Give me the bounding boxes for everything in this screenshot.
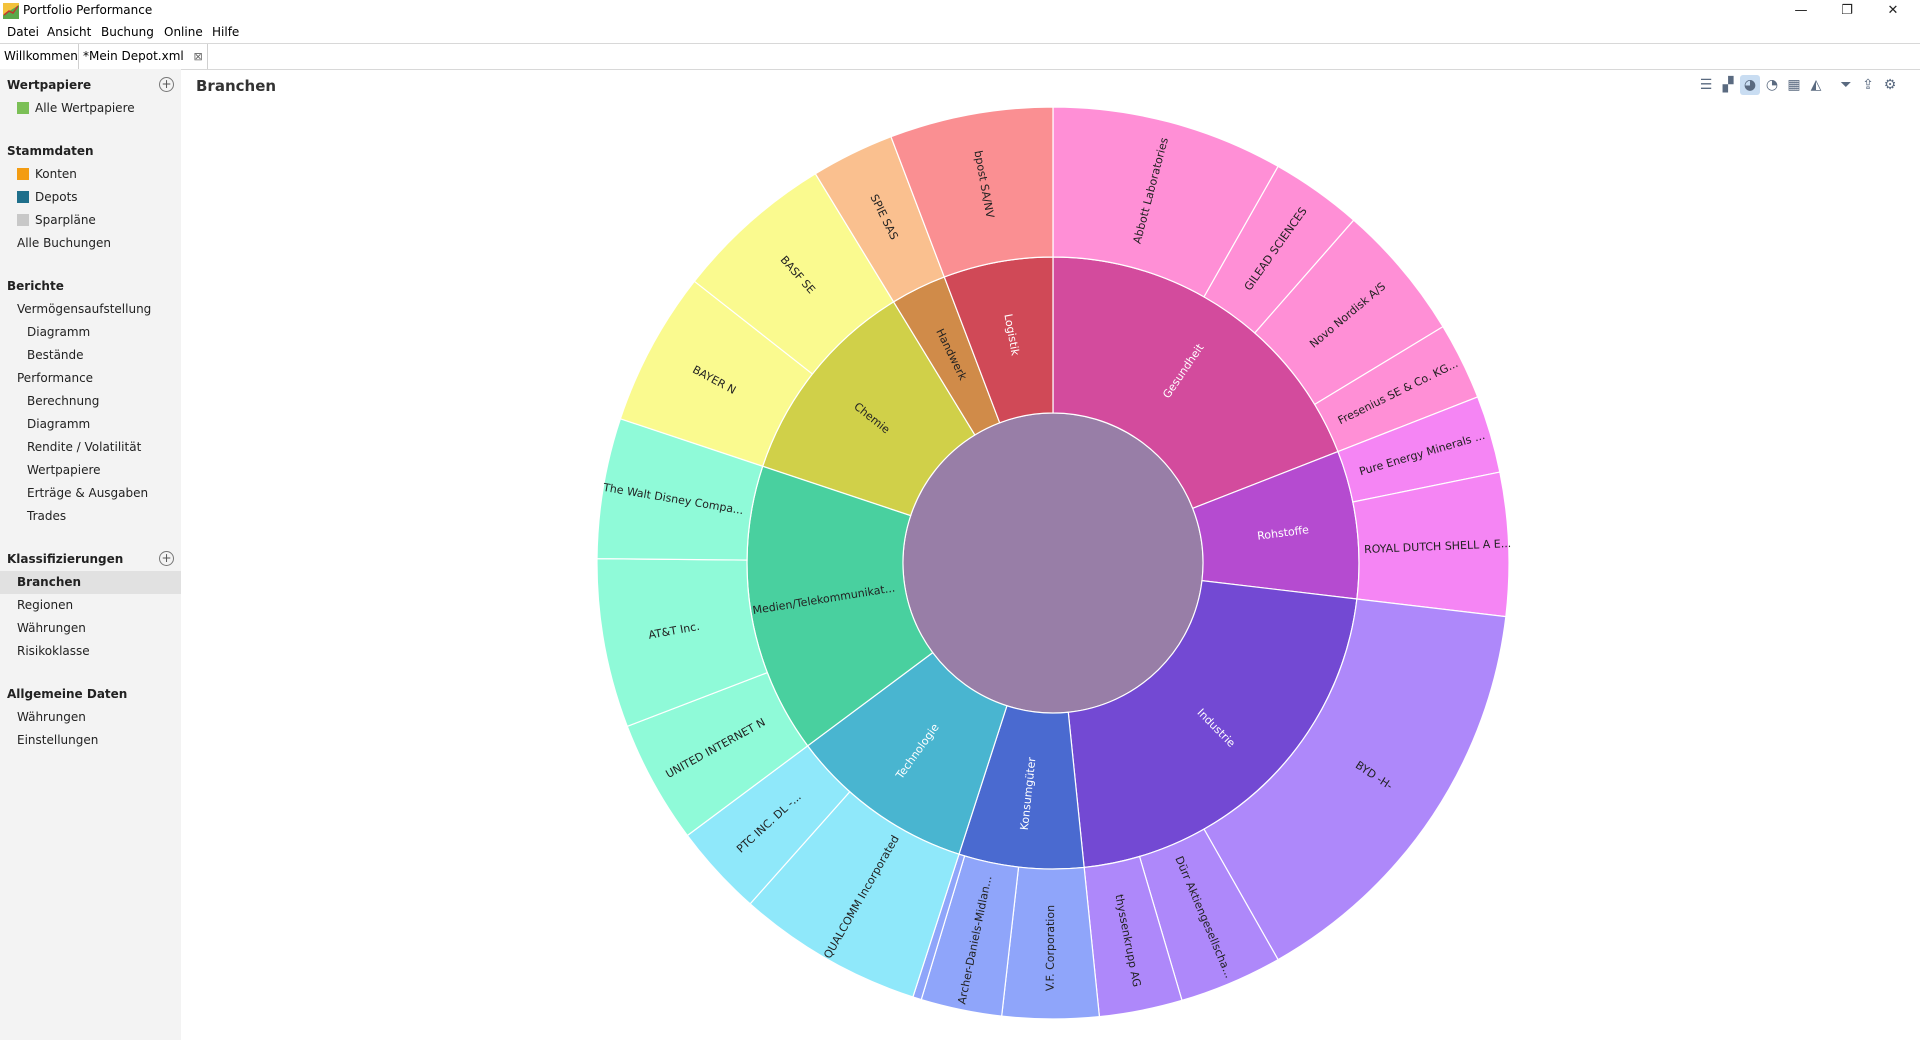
sidebar-item-diagramm[interactable]: Diagramm bbox=[27, 325, 90, 339]
menu-ansicht[interactable]: Ansicht bbox=[47, 25, 91, 39]
depots-icon bbox=[17, 191, 29, 203]
menu-online[interactable]: Online bbox=[164, 25, 203, 39]
sidebar-item-vermoegensaufstellung[interactable]: Vermögensaufstellung bbox=[17, 302, 151, 316]
securities-icon bbox=[17, 102, 29, 114]
sidebar-item-alle-buchungen[interactable]: Alle Buchungen bbox=[17, 236, 111, 250]
sidebar-item-wertpapiere[interactable]: Wertpapiere bbox=[27, 463, 101, 477]
section-allgemeine-daten: Allgemeine Daten bbox=[7, 687, 128, 701]
tab-label: Willkommen bbox=[4, 49, 78, 63]
menu-bar: Datei Ansicht Buchung Online Hilfe bbox=[0, 22, 1920, 42]
maximize-button[interactable]: ❐ bbox=[1824, 0, 1870, 22]
sidebar-item-trades[interactable]: Trades bbox=[27, 509, 66, 523]
tab-close-icon[interactable]: ⊠ bbox=[194, 44, 203, 69]
app-logo-icon bbox=[3, 3, 19, 19]
add-classification-icon[interactable]: + bbox=[159, 551, 174, 566]
title-bar: Portfolio Performance — ❐ ✕ bbox=[0, 0, 1920, 22]
holding-label-v-f-corporation: V.F. Corporation bbox=[1044, 905, 1057, 991]
sidebar-item-performance[interactable]: Performance bbox=[17, 371, 93, 385]
tab-label: *Mein Depot.xml bbox=[83, 49, 184, 63]
savings-plans-icon bbox=[17, 214, 29, 226]
navigation-sidebar: Wertpapiere + Alle Wertpapiere Stammdate… bbox=[0, 69, 181, 1040]
editor-tab-bar: Willkommen *Mein Depot.xml ⊠ bbox=[0, 43, 1920, 70]
sidebar-item-regionen[interactable]: Regionen bbox=[17, 598, 73, 612]
window-title: Portfolio Performance bbox=[23, 3, 153, 17]
sidebar-item-depots[interactable]: Depots bbox=[17, 190, 78, 204]
section-berichte: Berichte bbox=[7, 279, 64, 293]
sidebar-item-performance-diagramm[interactable]: Diagramm bbox=[27, 417, 90, 431]
minimize-button[interactable]: — bbox=[1778, 0, 1824, 22]
add-security-icon[interactable]: + bbox=[159, 77, 174, 92]
section-stammdaten: Stammdaten bbox=[7, 144, 94, 158]
sidebar-item-waehrungen[interactable]: Währungen bbox=[17, 621, 86, 635]
sidebar-item-alle-wertpapiere[interactable]: Alle Wertpapiere bbox=[17, 101, 135, 115]
sidebar-item-bestaende[interactable]: Bestände bbox=[27, 348, 84, 362]
sidebar-item-einstellungen[interactable]: Einstellungen bbox=[17, 733, 98, 747]
menu-hilfe[interactable]: Hilfe bbox=[212, 25, 239, 39]
tab-mein-depot[interactable]: *Mein Depot.xml ⊠ bbox=[78, 44, 208, 69]
sidebar-item-konten[interactable]: Konten bbox=[17, 167, 77, 181]
section-klassifizierungen: Klassifizierungen bbox=[7, 552, 124, 566]
menu-datei[interactable]: Datei bbox=[7, 25, 39, 39]
sidebar-item-sparplaene[interactable]: Sparpläne bbox=[17, 213, 96, 227]
accounts-icon bbox=[17, 168, 29, 180]
tab-willkommen[interactable]: Willkommen bbox=[0, 44, 82, 69]
sunburst-chart: GesundheitAbbott LaboratoriesGILEAD SCIE… bbox=[596, 106, 1511, 1020]
menu-buchung[interactable]: Buchung bbox=[101, 25, 154, 39]
sidebar-item-allgemein-waehrungen[interactable]: Währungen bbox=[17, 710, 86, 724]
sidebar-item-branchen[interactable]: Branchen bbox=[17, 575, 81, 589]
sidebar-item-rendite-volatilitaet[interactable]: Rendite / Volatilität bbox=[27, 440, 141, 454]
close-button[interactable]: ✕ bbox=[1870, 0, 1916, 22]
main-panel: Branchen ☰ ▞ ◕ ◔ ▦ ◭ ⏷ ⇪ ⚙ Gesundheit Abb… bbox=[181, 69, 1920, 1040]
sidebar-item-risikoklasse[interactable]: Risikoklasse bbox=[17, 644, 90, 658]
sidebar-item-berechnung[interactable]: Berechnung bbox=[27, 394, 99, 408]
section-wertpapiere: Wertpapiere bbox=[7, 78, 92, 92]
sunburst-center[interactable] bbox=[902, 412, 1204, 714]
sidebar-item-ertraege-ausgaben[interactable]: Erträge & Ausgaben bbox=[27, 486, 148, 500]
